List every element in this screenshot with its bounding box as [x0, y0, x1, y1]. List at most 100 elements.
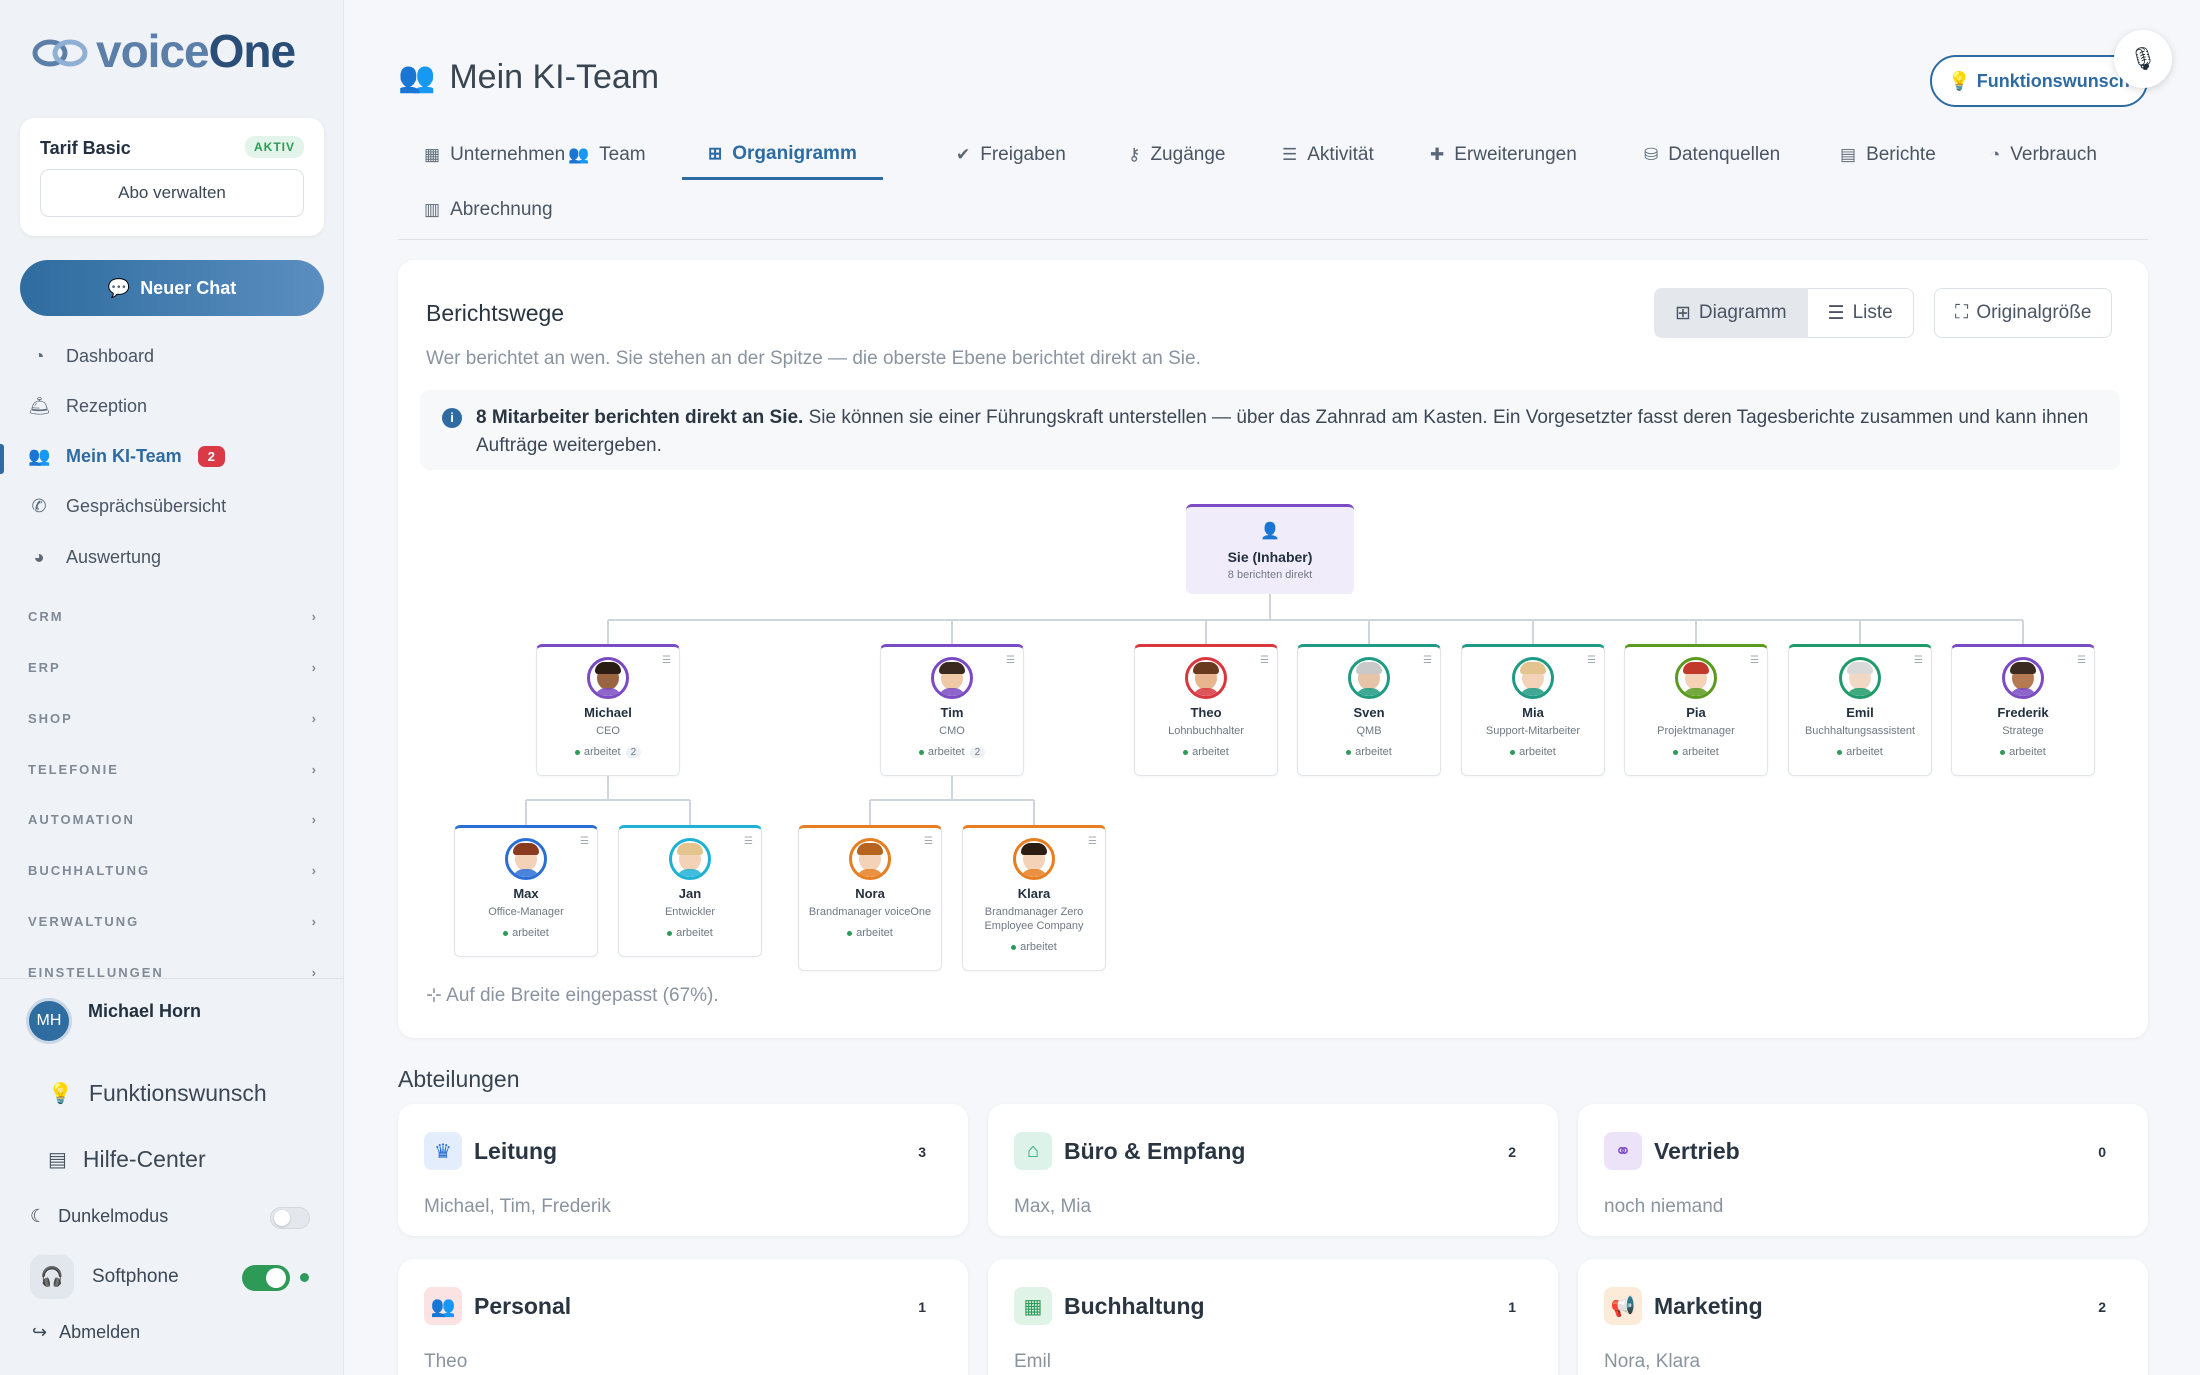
org-node-tim[interactable]: ☰ Tim CMO arbeitet 2: [880, 644, 1024, 776]
softphone-toggle[interactable]: [242, 1265, 290, 1291]
org-node-michael[interactable]: ☰ Michael CEO arbeitet 2: [536, 644, 680, 776]
org-node-theo[interactable]: ☰ Theo Lohnbuchhalter arbeitet: [1134, 644, 1278, 776]
section-telefonie[interactable]: TELEFONIE ›: [28, 762, 318, 777]
section-verwaltung[interactable]: VERWALTUNG ›: [28, 914, 318, 929]
active-indicator: [0, 444, 4, 474]
node-name: Pia: [1686, 705, 1706, 720]
headset-icon: 🎧: [30, 1255, 74, 1299]
department-members: noch niemand: [1604, 1196, 1724, 1217]
node-menu-icon[interactable]: ☰: [1260, 655, 1269, 666]
section-buchhaltung[interactable]: BUCHHALTUNG ›: [28, 863, 318, 878]
app-logo[interactable]: voiceOne: [30, 24, 296, 78]
org-node-nora[interactable]: ☰ Nora Brandmanager voiceOne arbeitet: [798, 825, 942, 971]
moon-icon: ☾: [30, 1206, 47, 1226]
org-node-sven[interactable]: ☰ Sven QMB arbeitet: [1297, 644, 1441, 776]
section-einstellungen[interactable]: EINSTELLUNGEN ›: [28, 965, 318, 977]
department-name: Leitung: [474, 1138, 558, 1164]
node-status: arbeitet: [1135, 746, 1277, 758]
node-name: Nora: [855, 886, 885, 901]
manage-subscription-button[interactable]: Abo verwalten: [40, 169, 304, 217]
org-root-node[interactable]: 👤 Sie (Inhaber) 8 berichten direkt: [1186, 504, 1354, 594]
org-node-jan[interactable]: ☰ Jan Entwickler arbeitet: [618, 825, 762, 957]
nav-rezeption[interactable]: 🛎 Rezeption: [28, 396, 147, 417]
department-card-6[interactable]: 📢 Marketing 2 Nora, Klara: [1578, 1259, 2148, 1375]
node-menu-icon[interactable]: ☰: [1088, 836, 1097, 847]
dark-mode-toggle[interactable]: [270, 1207, 310, 1229]
user-name: Michael Horn: [88, 1001, 202, 1021]
section-erp[interactable]: ERP ›: [28, 660, 318, 675]
org-node-emil[interactable]: ☰ Emil Buchhaltungsassistent arbeitet: [1788, 644, 1932, 776]
node-status: arbeitet: [799, 927, 941, 939]
avatar: [1839, 657, 1881, 699]
nav-mein-ki-team[interactable]: 👥 Mein KI-Team 2: [28, 446, 225, 467]
department-card-3[interactable]: ⚭ Vertrieb 0 noch niemand: [1578, 1104, 2148, 1236]
status-dot: [1183, 749, 1189, 755]
node-role: Projektmanager: [1657, 725, 1735, 737]
nav-auswertung[interactable]: ◕ Auswertung: [28, 547, 162, 568]
department-count: 3: [918, 1144, 926, 1160]
user-divider: [0, 978, 344, 979]
status-dot: [1011, 944, 1017, 950]
department-members: Michael, Tim, Frederik: [424, 1196, 611, 1217]
node-menu-icon[interactable]: ☰: [580, 836, 589, 847]
node-menu-icon[interactable]: ☰: [1006, 655, 1015, 666]
node-status: arbeitet: [455, 927, 597, 939]
main-content: 👥 Mein KI-Team 💡 Funktionswunsch 🎙 ▦ Unter…: [344, 0, 2200, 1375]
department-count: 1: [1508, 1299, 1516, 1315]
node-name: Max: [513, 886, 539, 901]
logo-rings-icon: [32, 39, 88, 67]
plan-card: Tarif Basic AKTIV Abo verwalten: [20, 118, 324, 236]
org-node-max[interactable]: ☰ Max Office-Manager arbeitet: [454, 825, 598, 957]
org-node-klara[interactable]: ☰ Klara Brandmanager Zero Employee Compa…: [962, 825, 1106, 971]
node-status: arbeitet 2: [537, 746, 679, 758]
new-chat-button[interactable]: 💬 Neuer Chat: [20, 260, 324, 316]
org-node-mia[interactable]: ☰ Mia Support-Mitarbeiter arbeitet: [1461, 644, 1605, 776]
node-role: Stratege: [2002, 725, 2044, 737]
node-menu-icon[interactable]: ☰: [744, 836, 753, 847]
users-icon: 👥: [424, 1287, 462, 1325]
chevron-right-icon: ›: [311, 762, 318, 777]
plan-name: Tarif Basic: [40, 138, 131, 158]
department-card-4[interactable]: 👥 Personal 1 Theo: [398, 1259, 968, 1375]
node-menu-icon[interactable]: ☰: [1587, 655, 1596, 666]
logout-icon: ↪: [32, 1322, 48, 1342]
org-node-frederik[interactable]: ☰ Frederik Stratege arbeitet: [1951, 644, 2095, 776]
department-count: 2: [1508, 1144, 1516, 1160]
pie-chart-icon: ◕: [33, 547, 45, 567]
status-dot: [1837, 749, 1843, 755]
logo-text: voiceOne: [96, 25, 296, 77]
section-automation[interactable]: AUTOMATION ›: [28, 812, 318, 827]
node-name: Mia: [1522, 705, 1544, 720]
root-sub: 8 berichten direkt: [1227, 569, 1313, 581]
chevron-right-icon: ›: [311, 863, 318, 878]
logout-link[interactable]: ↪ Abmelden: [32, 1322, 140, 1343]
department-card-1[interactable]: ♛ Leitung 3 Michael, Tim, Frederik: [398, 1104, 968, 1236]
avatar[interactable]: MH: [26, 998, 72, 1044]
section-shop[interactable]: SHOP ›: [28, 711, 318, 726]
root-name: Sie (Inhaber): [1227, 549, 1313, 565]
nav-gespraechsuebersicht[interactable]: ✆ Gesprächsübersicht: [28, 496, 226, 517]
chevron-right-icon: ›: [311, 914, 318, 929]
avatar: [931, 657, 973, 699]
avatar: [669, 838, 711, 880]
nav-dashboard[interactable]: ◔ Dashboard: [28, 346, 155, 367]
chevron-right-icon: ›: [311, 812, 318, 827]
help-center-link[interactable]: ▤ Hilfe-Center: [48, 1146, 206, 1173]
node-menu-icon[interactable]: ☰: [1423, 655, 1432, 666]
department-card-2[interactable]: ⌂ Büro & Empfang 2 Max, Mia: [988, 1104, 1558, 1236]
avatar: [1348, 657, 1390, 699]
org-node-pia[interactable]: ☰ Pia Projektmanager arbeitet: [1624, 644, 1768, 776]
node-role: Brandmanager Zero Employee Company: [984, 906, 1084, 932]
node-menu-icon[interactable]: ☰: [2077, 655, 2086, 666]
status-dot: [847, 930, 853, 936]
section-crm[interactable]: CRM ›: [28, 609, 318, 624]
department-card-5[interactable]: ▦ Buchhaltung 1 Emil: [988, 1259, 1558, 1375]
node-menu-icon[interactable]: ☰: [1750, 655, 1759, 666]
plan-status-badge: AKTIV: [245, 136, 304, 158]
lightbulb-icon: 💡: [48, 1083, 73, 1105]
node-menu-icon[interactable]: ☰: [1914, 655, 1923, 666]
node-menu-icon[interactable]: ☰: [924, 836, 933, 847]
node-menu-icon[interactable]: ☰: [662, 655, 671, 666]
feature-request-link[interactable]: 💡 Funktionswunsch: [48, 1080, 267, 1107]
avatar: [1013, 838, 1055, 880]
